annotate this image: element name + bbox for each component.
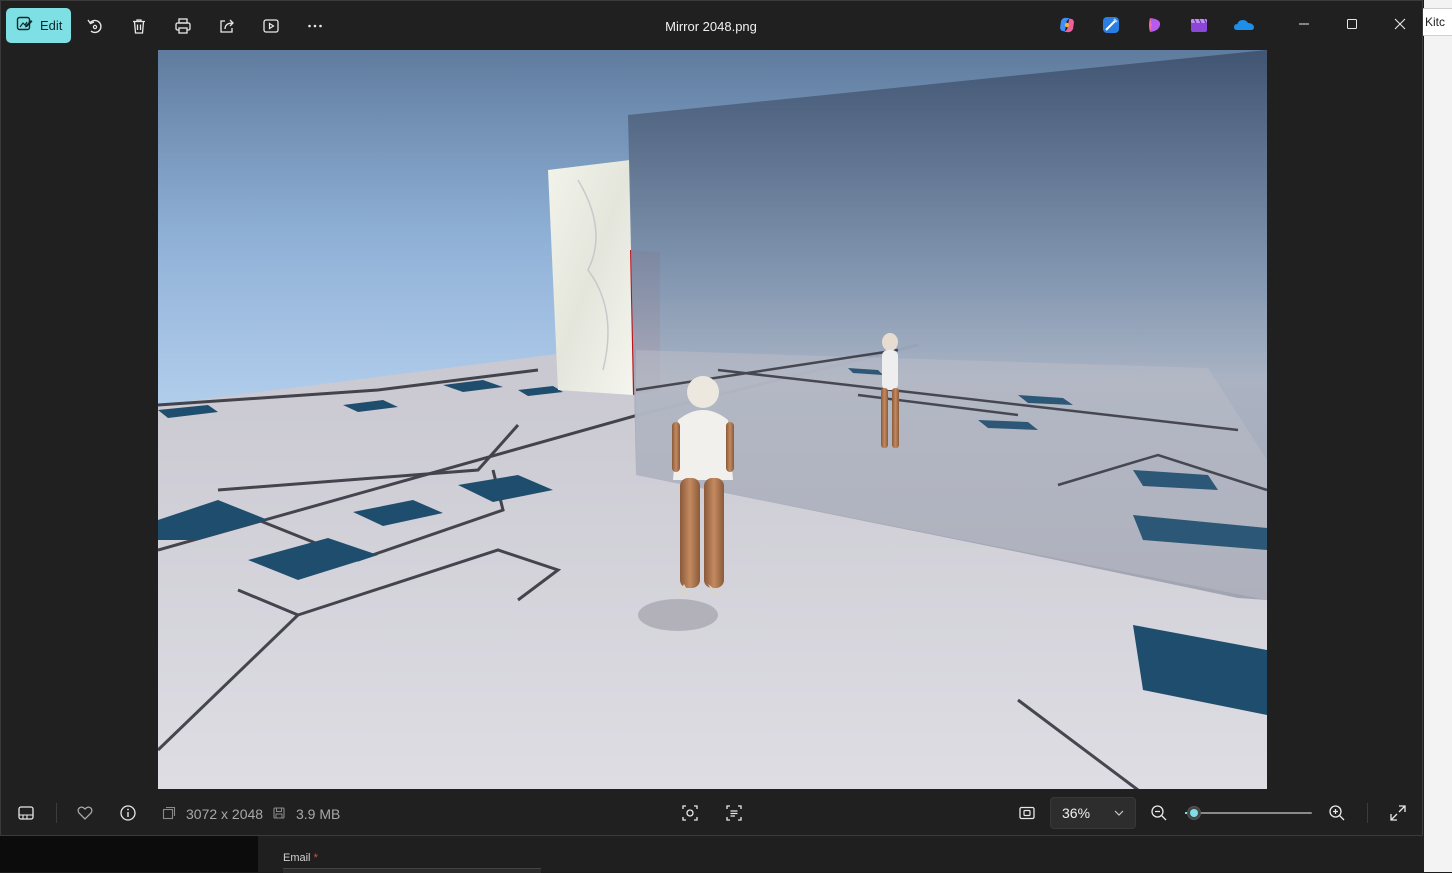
background-tab-label: Kitc xyxy=(1425,15,1446,29)
dimensions-icon xyxy=(157,801,181,825)
edit-icon xyxy=(16,15,34,36)
zoom-level: 36% xyxy=(1062,805,1091,821)
email-label: Email * xyxy=(283,852,318,864)
fit-to-window-icon[interactable] xyxy=(1015,801,1039,825)
required-mark: * xyxy=(313,852,318,864)
photo-image xyxy=(158,50,1267,789)
divider xyxy=(56,803,57,823)
background-tab[interactable]: Kitc xyxy=(1420,8,1452,36)
filmstrip-icon[interactable] xyxy=(14,801,38,825)
maximize-button[interactable] xyxy=(1339,13,1365,39)
photo-canvas[interactable] xyxy=(158,50,1267,789)
file-size-icon xyxy=(267,801,291,825)
zoom-level-dropdown[interactable]: 36% xyxy=(1050,797,1136,829)
close-button[interactable] xyxy=(1387,13,1413,39)
share-icon[interactable] xyxy=(215,14,239,38)
visual-search-icon[interactable] xyxy=(678,801,702,825)
minimize-icon xyxy=(1298,17,1310,35)
image-dimensions: 3072 x 2048 xyxy=(186,806,264,822)
rotate-icon[interactable] xyxy=(83,14,107,38)
full-screen-icon[interactable] xyxy=(1386,801,1410,825)
copilot-icon[interactable] xyxy=(1057,15,1077,35)
more-icon[interactable] xyxy=(303,14,327,38)
photo-viewer-window: Edit Mirror 2048.png 3072 x 2048 3.9 MB … xyxy=(0,0,1423,836)
file-size: 3.9 MB xyxy=(296,806,341,822)
background-window xyxy=(1424,0,1452,872)
favorite-icon[interactable] xyxy=(73,801,97,825)
title-bar: Edit Mirror 2048.png xyxy=(1,1,1422,50)
chevron-down-icon xyxy=(1113,806,1125,822)
minimize-button[interactable] xyxy=(1291,13,1317,39)
bottom-bar: 3072 x 2048 3.9 MB 36% xyxy=(1,789,1422,836)
slideshow-icon[interactable] xyxy=(259,14,283,38)
divider xyxy=(1367,803,1368,823)
designer-icon[interactable] xyxy=(1101,15,1121,35)
zoom-slider-thumb[interactable] xyxy=(1186,806,1201,820)
text-scan-icon[interactable] xyxy=(722,801,746,825)
email-field[interactable] xyxy=(283,868,541,873)
delete-icon[interactable] xyxy=(127,14,151,38)
maximize-icon xyxy=(1346,17,1358,35)
edit-label: Edit xyxy=(40,18,63,33)
background-panel xyxy=(0,836,258,872)
info-icon[interactable] xyxy=(116,801,140,825)
zoom-out-icon[interactable] xyxy=(1147,801,1171,825)
print-icon[interactable] xyxy=(171,14,195,38)
zoom-in-icon[interactable] xyxy=(1325,801,1349,825)
edit-button[interactable]: Edit xyxy=(6,8,71,43)
video-editor-icon[interactable] xyxy=(1189,15,1209,35)
zoom-slider-track[interactable] xyxy=(1185,812,1312,814)
clipchamp-icon[interactable] xyxy=(1145,15,1165,35)
onedrive-icon[interactable] xyxy=(1233,15,1254,35)
close-icon xyxy=(1394,17,1406,35)
window-title: Mirror 2048.png xyxy=(665,19,757,34)
